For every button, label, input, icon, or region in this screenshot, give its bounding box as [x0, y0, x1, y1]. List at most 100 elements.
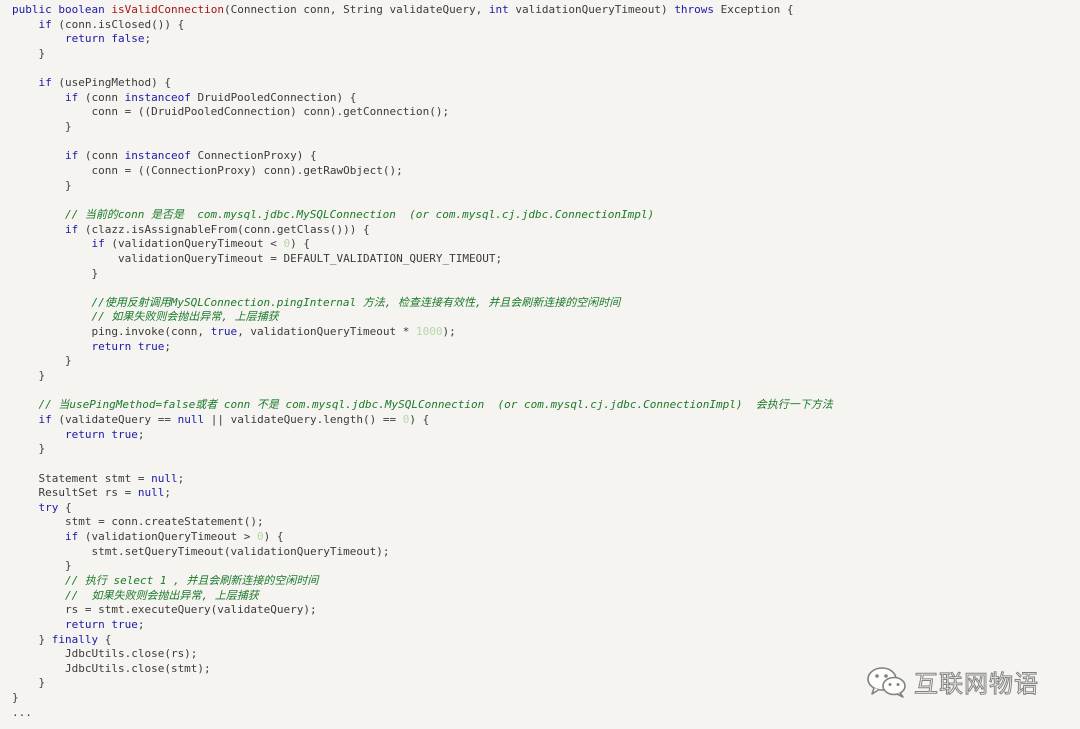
code-text: ConnectionProxy) {: [190, 149, 317, 163]
code-text: ;: [177, 471, 185, 485]
code-line: // 当usePingMethod=false或者 conn 不是 com.my…: [12, 398, 833, 413]
code-line: stmt = conn.createStatement();: [12, 515, 833, 530]
code-text: }: [12, 676, 46, 690]
code-keyword: true: [137, 339, 165, 353]
code-keyword: throws: [674, 3, 715, 16]
code-number: 1000: [416, 325, 443, 339]
code-line: ​: [12, 457, 833, 472]
code-line: ​: [12, 193, 833, 208]
code-text: }: [12, 178, 72, 192]
code-text: JdbcUtils.close(rs);: [12, 647, 198, 661]
code-line: }: [12, 120, 833, 135]
code-line: if (conn.isClosed()) {: [12, 18, 833, 33]
code-line: ...: [12, 706, 833, 721]
code-line: ​: [12, 62, 833, 77]
code-text: {: [98, 632, 112, 646]
code-line: // 当前的conn 是否是 com.mysql.jdbc.MySQLConne…: [12, 208, 833, 223]
code-text: ...: [12, 705, 32, 719]
code-text: }: [12, 691, 19, 705]
code-text: }: [12, 442, 46, 456]
code-keyword: try: [38, 500, 59, 514]
code-keyword: null: [137, 486, 165, 500]
code-viewer: public boolean isValidConnection(Connect…: [0, 0, 1080, 729]
code-text: ;: [137, 617, 145, 631]
code-text: }: [12, 632, 52, 646]
code-keyword: if: [64, 149, 79, 163]
code-keyword: if: [64, 222, 79, 236]
code-text: ping.invoke(conn,: [12, 325, 211, 339]
code-text: validationQueryTimeout): [508, 3, 675, 16]
code-text: );: [442, 325, 456, 339]
code-line: }: [12, 354, 833, 369]
code-text: ;: [144, 32, 152, 46]
code-comment: //使用反射调用MySQLConnection.pingInternal 方法,…: [91, 295, 621, 309]
code-line: try {: [12, 501, 833, 516]
code-keyword: if: [38, 76, 52, 90]
code-text: }: [12, 559, 72, 573]
code-keyword: public: [12, 3, 52, 16]
code-text: (usePingMethod) {: [51, 76, 171, 90]
watermark-text: 互联网物语: [914, 670, 1039, 699]
code-line: if (clazz.isAssignableFrom(conn.getClass…: [12, 223, 833, 238]
code-text: ;: [137, 427, 145, 441]
code-keyword: if: [64, 90, 79, 104]
code-number: 0: [257, 530, 264, 544]
code-keyword: true: [210, 325, 238, 339]
code-line: conn = ((DruidPooledConnection) conn).ge…: [12, 105, 833, 120]
code-text: (clazz.isAssignableFrom(conn.getClass())…: [78, 222, 370, 236]
code-comment: // 执行 select 1 , 并且会刷新连接的空闲时间: [64, 573, 319, 587]
code-keyword: boolean: [58, 3, 105, 16]
code-keyword: if: [64, 530, 79, 544]
code-text: Statement stmt =: [12, 471, 152, 485]
code-text: , validationQueryTimeout *: [237, 325, 416, 339]
code-keyword: return: [64, 32, 105, 46]
code-text: (Connection conn, String validateQuery,: [223, 3, 489, 16]
code-line: JdbcUtils.close(rs);: [12, 647, 833, 662]
code-keyword: return: [64, 617, 105, 631]
code-text: (conn: [78, 149, 125, 163]
code-keyword: true: [111, 617, 138, 631]
code-text: validationQueryTimeout = DEFAULT_VALIDAT…: [12, 251, 503, 265]
code-line: // 执行 select 1 , 并且会刷新连接的空闲时间: [12, 574, 833, 589]
watermark: 互联网物语: [866, 664, 1039, 699]
code-line: conn = ((ConnectionProxy) conn).getRawOb…: [12, 164, 833, 179]
code-line: if (conn instanceof DruidPooledConnectio…: [12, 91, 833, 106]
code-line: if (validateQuery == null || validateQue…: [12, 413, 833, 428]
code-comment: // 当usePingMethod=false或者 conn 不是 com.my…: [38, 398, 833, 412]
code-text: stmt = conn.createStatement();: [12, 515, 264, 529]
code-line: }: [12, 691, 833, 706]
code-text: rs = stmt.executeQuery(validateQuery);: [12, 603, 317, 617]
code-line: }: [12, 676, 833, 691]
code-keyword: return: [64, 427, 105, 441]
code-text: ) {: [409, 412, 430, 426]
code-text: (conn: [78, 90, 125, 104]
code-text: conn = ((ConnectionProxy) conn).getRawOb…: [12, 164, 403, 178]
code-line: }: [12, 559, 833, 574]
wechat-icon: [866, 665, 908, 699]
code-line: // 如果失败则会抛出异常, 上层捕获: [12, 589, 833, 604]
code-text: DruidPooledConnection) {: [190, 90, 357, 104]
code-text: }: [12, 120, 72, 134]
code-text: ;: [164, 486, 171, 500]
code-comment: // 如果失败则会抛出异常, 上层捕获: [91, 310, 279, 324]
code-keyword: return: [91, 339, 132, 353]
code-text: (validationQueryTimeout <: [104, 237, 284, 251]
code-line: return false;: [12, 32, 833, 47]
code-text: ResultSet rs =: [12, 486, 138, 500]
code-line: ResultSet rs = null;: [12, 486, 833, 501]
code-keyword: null: [177, 412, 205, 426]
code-line: rs = stmt.executeQuery(validateQuery);: [12, 603, 833, 618]
